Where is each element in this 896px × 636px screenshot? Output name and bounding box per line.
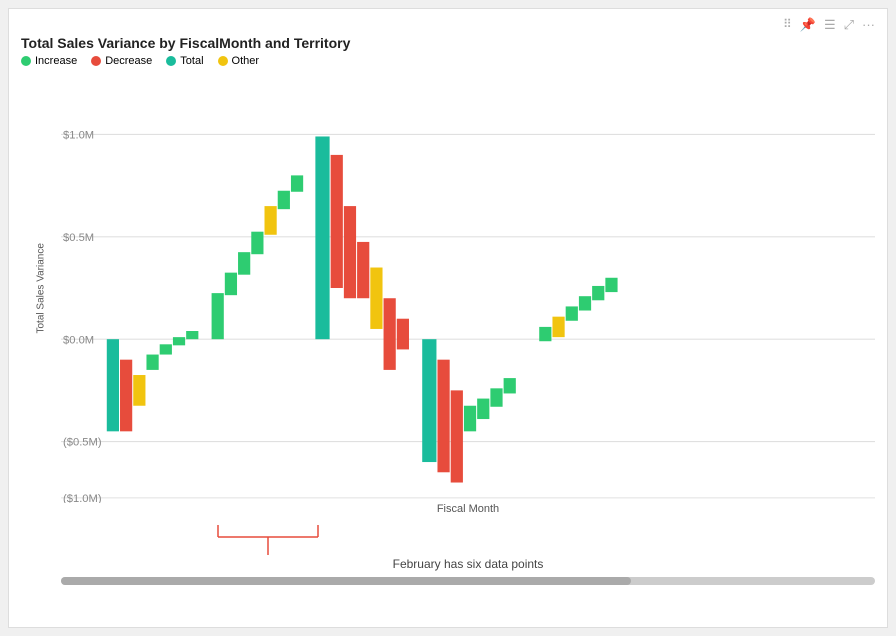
scrollbar-thumb[interactable] — [61, 577, 631, 585]
bar-apr-va — [504, 378, 516, 393]
bar-jan-va — [186, 331, 198, 339]
menu-icon[interactable]: ☰ — [824, 17, 836, 33]
bar-feb-feb — [212, 293, 224, 339]
chart-card: ⠿ 📌 ☰ ⤢ ··· Total Sales Variance by Fisc… — [8, 8, 888, 628]
bar-feb-oh — [238, 252, 250, 275]
legend-dot-total — [166, 56, 176, 66]
chart-svg: $1.0M $0.5M $0.0M ($0.5M) ($1.0M) — [61, 73, 875, 503]
bar-feb-other — [265, 206, 277, 235]
expand-icon[interactable]: ⤢ — [844, 17, 854, 33]
bar-jan-wv — [173, 337, 185, 345]
y-axis-label: Total Sales Variance — [36, 243, 47, 333]
bar-feb-wv — [251, 232, 263, 255]
bar-feb-nc — [278, 191, 290, 209]
chart-scrollbar[interactable] — [61, 577, 875, 585]
legend-label-other: Other — [232, 55, 260, 67]
legend-label-total: Total — [180, 55, 203, 67]
bar-feb-pa — [225, 273, 237, 296]
y-tick-1M: $1.0M — [63, 129, 94, 141]
bar-jan-nc — [146, 355, 158, 370]
annotation-text: February has six data points — [393, 557, 544, 571]
legend-dot-other — [218, 56, 228, 66]
legend-dot-decrease — [91, 56, 101, 66]
bar-jan-oh — [120, 360, 132, 432]
y-tick-neg0.5M: ($0.5M) — [63, 437, 102, 449]
bar-mar-other — [370, 268, 382, 329]
bar-apr-nc — [490, 388, 502, 406]
legend-item-other: Other — [218, 55, 260, 67]
legend-label-decrease: Decrease — [105, 55, 152, 67]
bar-may-nc — [566, 306, 578, 320]
y-tick-0.5M: $0.5M — [63, 232, 94, 244]
y-tick-neg1M: ($1.0M) — [63, 493, 102, 503]
bar-may-md — [605, 278, 617, 292]
bar-apr-wv — [464, 406, 476, 432]
legend-label-increase: Increase — [35, 55, 77, 67]
bar-apr-other — [477, 399, 489, 419]
x-axis-label: Fiscal Month — [437, 503, 499, 515]
bar-apr-pa — [437, 360, 449, 473]
legend-item-decrease: Decrease — [91, 55, 152, 67]
bar-jan-pa — [160, 344, 172, 354]
bar-mar-oh — [384, 298, 396, 370]
bar-mar-md — [331, 155, 343, 288]
ellipsis-icon[interactable]: ··· — [862, 17, 875, 33]
pin-icon[interactable]: 📌 — [800, 17, 816, 33]
bar-mar-nc — [344, 206, 356, 298]
bar-may-pa — [592, 286, 604, 300]
bar-may-va — [579, 296, 591, 310]
bar-may-may — [539, 327, 551, 341]
bar-may-other — [552, 317, 564, 337]
chart-legend: Increase Decrease Total Other — [21, 55, 875, 67]
bar-apr-apr — [422, 339, 436, 462]
drag-handle-icon[interactable]: ⠿ — [783, 17, 792, 33]
bar-jan-other — [133, 375, 145, 406]
chart-title: Total Sales Variance by FiscalMonth and … — [21, 35, 875, 51]
legend-item-total: Total — [166, 55, 203, 67]
bar-mar-pa — [397, 319, 409, 350]
legend-item-increase: Increase — [21, 55, 77, 67]
y-tick-0M: $0.0M — [63, 334, 94, 346]
card-icons[interactable]: ⠿ 📌 ☰ ⤢ ··· — [783, 17, 875, 33]
bar-apr-oh — [451, 390, 463, 482]
bar-mar-wv — [357, 242, 369, 298]
bar-mar-mar — [315, 136, 329, 339]
chart-plot-area: $1.0M $0.5M $0.0M ($0.5M) ($1.0M) — [61, 73, 875, 503]
legend-dot-increase — [21, 56, 31, 66]
bar-jan-total — [107, 339, 119, 431]
bar-feb-md — [291, 175, 303, 191]
card-header: ⠿ 📌 ☰ ⤢ ··· — [21, 17, 875, 33]
